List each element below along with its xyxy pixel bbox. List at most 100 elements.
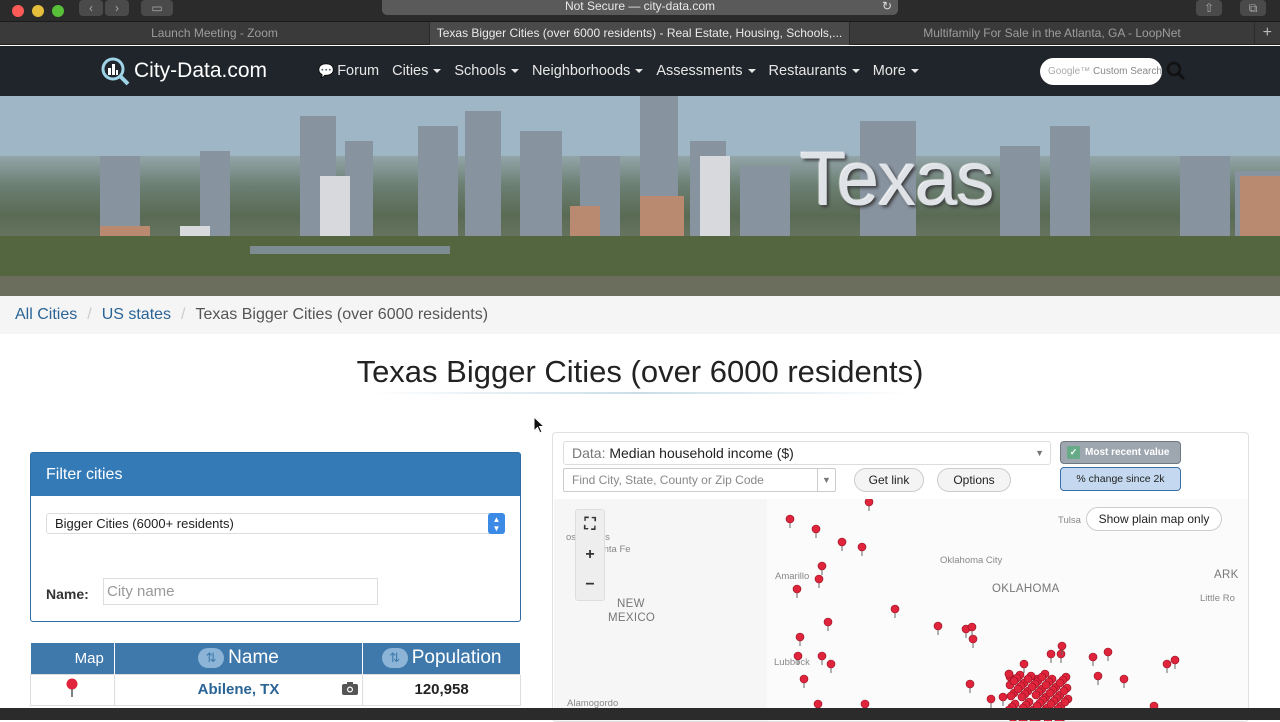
filter-heading: Filter cities	[31, 453, 520, 496]
dropdown-arrow-icon[interactable]: ▼	[817, 469, 835, 491]
map-pin-icon[interactable]	[1013, 684, 1023, 694]
tabs-overview-button[interactable]: ⧉	[1240, 0, 1266, 16]
map-pin-icon[interactable]	[1017, 692, 1027, 702]
tab-zoom[interactable]: Launch Meeting - Zoom	[0, 22, 430, 45]
breadcrumb-all-cities[interactable]: All Cities	[15, 306, 77, 324]
map-pin-icon[interactable]	[1162, 659, 1172, 673]
nav-restaurants[interactable]: Restaurants	[769, 63, 860, 79]
zoom-window-button[interactable]	[52, 5, 64, 17]
map-pin-icon[interactable]	[1055, 678, 1065, 688]
row-map-cell[interactable]	[30, 673, 115, 706]
map-pin-icon[interactable]	[785, 514, 795, 528]
map-pin-icon[interactable]	[1004, 669, 1014, 679]
map-pin-icon[interactable]	[965, 679, 975, 693]
zoom-in-button[interactable]: +	[576, 540, 604, 570]
minimize-window-button[interactable]	[32, 5, 44, 17]
back-button[interactable]: ‹	[79, 0, 103, 16]
map-pin-icon[interactable]	[795, 632, 805, 646]
most-recent-value-button[interactable]: ✓ Most recent value	[1060, 441, 1181, 464]
map-pin-icon[interactable]	[826, 659, 836, 673]
map-pin-icon[interactable]	[1056, 649, 1066, 663]
map-pin-icon[interactable]	[1170, 655, 1180, 669]
magnifier-chart-icon	[101, 57, 130, 86]
nav-more-label: More	[872, 63, 906, 79]
get-link-button[interactable]: Get link	[854, 468, 924, 492]
tab-loopnet[interactable]: Multifamily For Sale in the Atlanta, GA …	[850, 22, 1255, 45]
map-pin-icon[interactable]	[1041, 680, 1051, 690]
address-bar[interactable]: Not Secure — city-data.com ↻	[382, 0, 898, 15]
new-tab-button[interactable]: +	[1263, 22, 1272, 44]
map-pin-icon[interactable]	[817, 651, 827, 665]
breadcrumb: All Cities / US states / Texas Bigger Ci…	[0, 296, 1280, 334]
sidebar-button[interactable]: ▭	[141, 0, 173, 16]
fullscreen-icon[interactable]: ⛶	[576, 510, 604, 540]
city-size-select[interactable]: Bigger Cities (6000+ residents) ▲ ▼	[46, 513, 505, 534]
map-pin-icon[interactable]	[814, 574, 824, 588]
map-pin-icon[interactable]	[1009, 676, 1019, 686]
map-pin-icon[interactable]	[857, 542, 867, 556]
forward-button[interactable]: ›	[105, 0, 129, 16]
map-pin-icon[interactable]	[933, 621, 943, 635]
reload-icon[interactable]: ↻	[882, 0, 892, 12]
city-markers	[785, 499, 1180, 721]
nav-neighborhoods[interactable]: Neighborhoods	[531, 63, 644, 79]
map-pin-icon[interactable]	[792, 584, 802, 598]
breadcrumb-current: Texas Bigger Cities (over 6000 residents…	[195, 306, 489, 323]
city-name-input[interactable]: City name	[103, 578, 378, 605]
map-pin-icon[interactable]	[1046, 649, 1056, 663]
sort-icon: ⇅	[381, 648, 408, 669]
find-location-input[interactable]: Find City, State, County or Zip Code ▼	[563, 468, 836, 492]
map-pin-icon[interactable]	[1006, 691, 1016, 701]
map-pin-icon[interactable]	[811, 524, 821, 538]
nav-neighborhoods-label: Neighborhoods	[531, 63, 631, 79]
tab-city-data[interactable]: Texas Bigger Cities (over 6000 residents…	[430, 22, 850, 45]
map-pin-icon[interactable]	[1103, 647, 1113, 661]
map-pin-icon[interactable]	[799, 674, 809, 688]
map-pin-icon[interactable]	[1023, 674, 1033, 684]
map-pin-icon[interactable]	[1060, 697, 1070, 707]
options-button[interactable]: Options	[937, 468, 1011, 492]
map-pin-icon[interactable]	[837, 537, 847, 551]
map-pin-icon[interactable]	[1088, 652, 1098, 666]
close-window-button[interactable]	[12, 5, 24, 17]
nav-cities[interactable]: Cities	[392, 63, 442, 79]
map-pin-icon[interactable]	[817, 561, 827, 575]
nav-forum[interactable]: 💬 Forum	[318, 63, 379, 79]
map-pin-icon[interactable]	[1059, 686, 1069, 696]
city-link[interactable]: Abilene, TX	[198, 681, 280, 698]
map-data-select[interactable]: Data: Median household income ($) ▼	[563, 441, 1051, 465]
map-pin-icon[interactable]	[986, 694, 996, 708]
row-name-cell: Abilene, TX	[113, 673, 364, 706]
site-logo[interactable]: City-Data.com	[100, 56, 267, 86]
map-pin-icon[interactable]	[1031, 690, 1041, 700]
custom-search-input[interactable]: Google™ Custom Search	[1040, 58, 1162, 85]
map-pin-icon[interactable]	[1027, 682, 1037, 692]
map-pin-icon[interactable]	[823, 617, 833, 631]
col-name-header[interactable]: ⇅ Name	[114, 643, 364, 674]
map-pin-icon[interactable]	[967, 622, 977, 636]
show-plain-map-button[interactable]: Show plain map only	[1086, 507, 1222, 531]
camera-icon[interactable]	[342, 681, 359, 695]
map-pin-icon[interactable]	[998, 692, 1008, 706]
filter-cities-panel: Filter cities Bigger Cities (6000+ resid…	[30, 452, 521, 622]
hero-banner: Texas	[0, 96, 1280, 296]
map-pin-icon[interactable]	[66, 678, 78, 698]
map-pin-icon[interactable]	[864, 499, 874, 511]
share-button[interactable]: ⇧	[1196, 0, 1222, 16]
nav-assessments[interactable]: Assessments	[656, 63, 756, 79]
map-pin-icon[interactable]	[1093, 671, 1103, 685]
nav-more[interactable]: More	[873, 63, 919, 79]
breadcrumb-us-states[interactable]: US states	[102, 306, 171, 324]
map-pin-icon[interactable]	[1037, 672, 1047, 682]
map-pin-icon[interactable]	[1046, 699, 1056, 709]
map-pin-icon[interactable]	[890, 604, 900, 618]
col-population-header[interactable]: ⇅ Population	[362, 643, 521, 674]
zoom-out-button[interactable]: −	[576, 570, 604, 600]
nav-schools[interactable]: Schools	[454, 63, 519, 79]
map-pin-icon[interactable]	[1045, 688, 1055, 698]
search-icon[interactable]	[1166, 61, 1186, 81]
map-canvas[interactable]: os Alamos Santa Fe Amarillo Oklahoma Cit…	[554, 499, 1248, 721]
percent-change-button[interactable]: % change since 2k	[1060, 467, 1181, 491]
map-pin-icon[interactable]	[968, 634, 978, 648]
map-pin-icon[interactable]	[1119, 674, 1129, 688]
